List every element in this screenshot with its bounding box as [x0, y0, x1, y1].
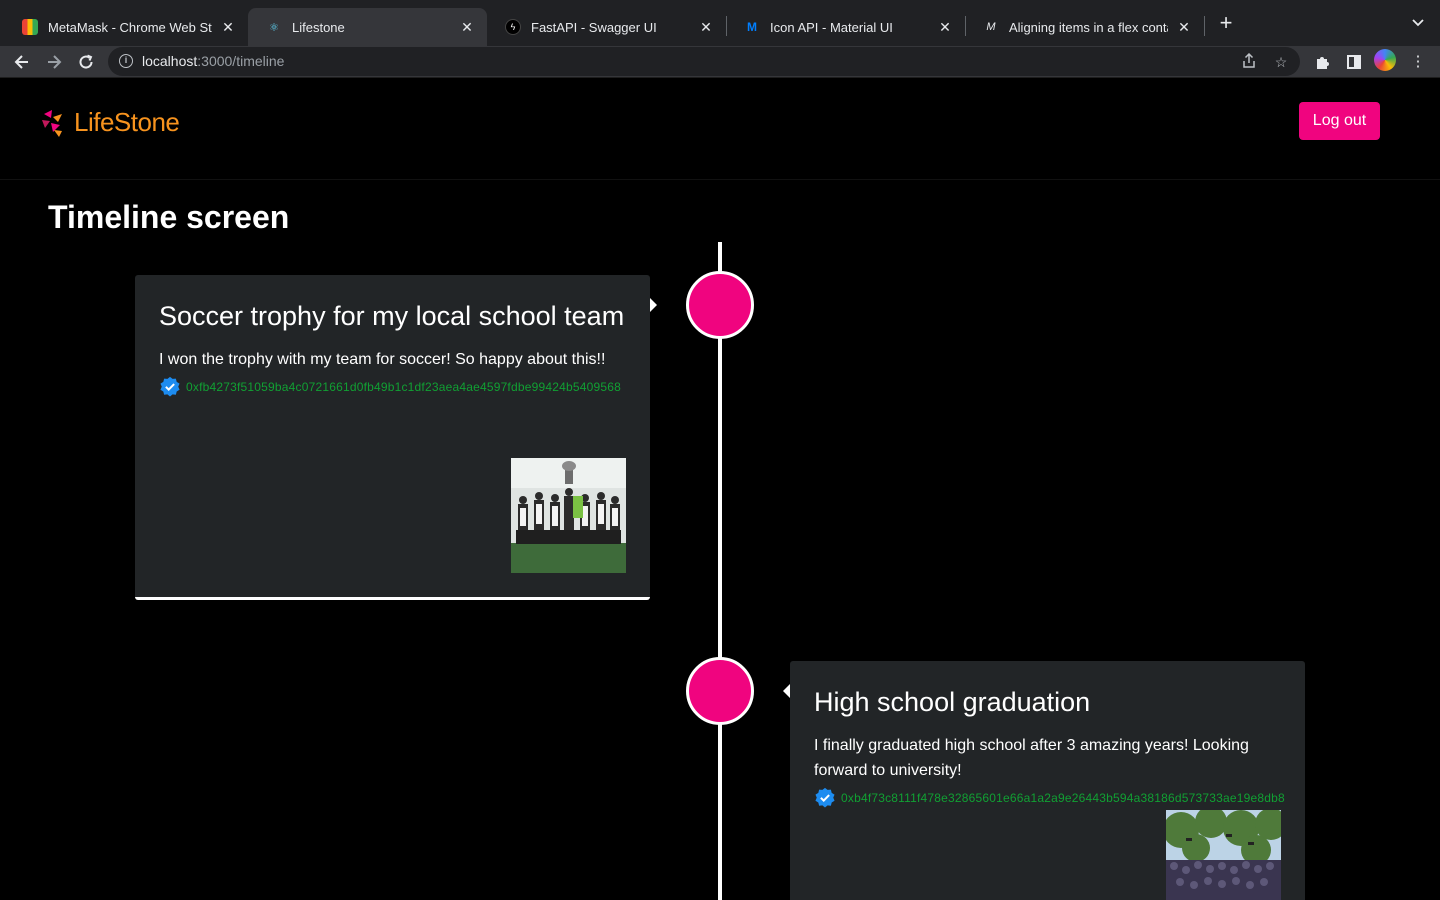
- graduation-photo: [1166, 810, 1281, 900]
- lifestone-logo-icon: [42, 109, 62, 137]
- tab-title: Aligning items in a flex container: [1009, 19, 1168, 35]
- browser-tab-strip: MetaMask - Chrome Web Store ✕ ⚛ Lifeston…: [0, 0, 1440, 46]
- tab-separator: [1204, 16, 1205, 36]
- forward-button[interactable]: [40, 48, 68, 76]
- card-title: High school graduation: [814, 687, 1091, 717]
- timeline-dot: [686, 271, 754, 339]
- card-pointer-arrow: [650, 298, 657, 312]
- share-icon[interactable]: [1240, 52, 1258, 71]
- close-icon[interactable]: ✕: [937, 19, 953, 36]
- tab-search-button[interactable]: [1406, 12, 1430, 36]
- tab-title: Lifestone: [292, 19, 345, 35]
- timeline-dot: [686, 657, 754, 725]
- tab-title: Icon API - Material UI: [770, 19, 893, 35]
- close-icon[interactable]: ✕: [220, 19, 236, 36]
- extensions-puzzle-icon[interactable]: [1310, 50, 1334, 74]
- reload-icon: [79, 54, 93, 69]
- lifestone-logo[interactable]: LifeStone: [40, 107, 180, 138]
- close-icon[interactable]: ✕: [1176, 19, 1192, 36]
- profile-avatar[interactable]: [1374, 49, 1396, 71]
- url-host: localhost: [142, 53, 198, 69]
- chrome-web-store-icon: [22, 19, 38, 35]
- card-description: I won the trophy with my team for soccer…: [159, 351, 606, 368]
- arrow-left-icon: [14, 55, 28, 69]
- timeline-card[interactable]: High school graduation I finally graduat…: [790, 661, 1305, 900]
- browser-menu-icon[interactable]: ⋮: [1406, 50, 1430, 74]
- new-tab-button[interactable]: +: [1214, 12, 1238, 36]
- tab-mdn[interactable]: M Aligning items in a flex container ✕: [965, 8, 1204, 46]
- fastapi-icon: ϟ: [505, 19, 521, 35]
- url-text[interactable]: localhost:3000/timeline: [142, 53, 284, 69]
- tab-material-ui[interactable]: M Icon API - Material UI ✕: [726, 8, 965, 46]
- page-title: Timeline screen: [48, 199, 290, 235]
- browser-toolbar: i localhost:3000/timeline ☆ ⋮: [0, 46, 1440, 78]
- verified-check-icon: [160, 376, 180, 397]
- material-ui-icon: M: [747, 20, 757, 34]
- mdn-icon: M: [986, 21, 996, 33]
- site-info-icon[interactable]: i: [119, 54, 133, 68]
- card-description: I finally graduated high school after 3 …: [814, 737, 1249, 779]
- transaction-hash[interactable]: 0xfb4273f51059ba4c0721661d0fb49b1c1df23a…: [186, 380, 621, 394]
- tab-title: FastAPI - Swagger UI: [531, 19, 657, 35]
- tab-lifestone[interactable]: ⚛ Lifestone ✕: [248, 8, 487, 46]
- address-bar[interactable]: i localhost:3000/timeline ☆: [108, 47, 1300, 76]
- reload-button[interactable]: [72, 48, 100, 76]
- close-icon[interactable]: ✕: [698, 19, 714, 36]
- card-hash-row: 0xfb4273f51059ba4c0721661d0fb49b1c1df23a…: [159, 376, 626, 398]
- transaction-hash[interactable]: 0xb4f73c8111f478e32865601e66a1a2a9e26443…: [841, 791, 1285, 805]
- arrow-right-icon: [48, 55, 62, 69]
- verified-check-icon: [815, 787, 835, 808]
- soccer-team-photo: [511, 458, 626, 573]
- tab-title: MetaMask - Chrome Web Store: [48, 19, 212, 35]
- tab-metamask[interactable]: MetaMask - Chrome Web Store ✕: [4, 8, 248, 46]
- back-button[interactable]: [8, 48, 36, 76]
- close-icon[interactable]: ✕: [459, 19, 475, 36]
- react-icon: ⚛: [269, 21, 279, 34]
- card-hash-row: 0xb4f73c8111f478e32865601e66a1a2a9e26443…: [814, 787, 1285, 809]
- side-panel-icon[interactable]: [1342, 50, 1366, 74]
- app-root: LifeStone Log out Timeline screen Soccer…: [0, 79, 1440, 900]
- card-pointer-arrow: [783, 684, 790, 698]
- card-title: Soccer trophy for my local school team: [159, 301, 625, 331]
- chevron-down-icon: [1412, 19, 1424, 27]
- bookmark-star-icon[interactable]: ☆: [1272, 53, 1290, 71]
- app-header: LifeStone Log out: [0, 79, 1440, 180]
- url-path: :3000/timeline: [197, 53, 285, 69]
- timeline-line: [718, 242, 722, 900]
- timeline-card[interactable]: Soccer trophy for my local school team I…: [135, 275, 650, 600]
- tab-fastapi[interactable]: ϟ FastAPI - Swagger UI ✕: [487, 8, 726, 46]
- logo-text: LifeStone: [74, 107, 180, 137]
- logout-button[interactable]: Log out: [1299, 102, 1380, 140]
